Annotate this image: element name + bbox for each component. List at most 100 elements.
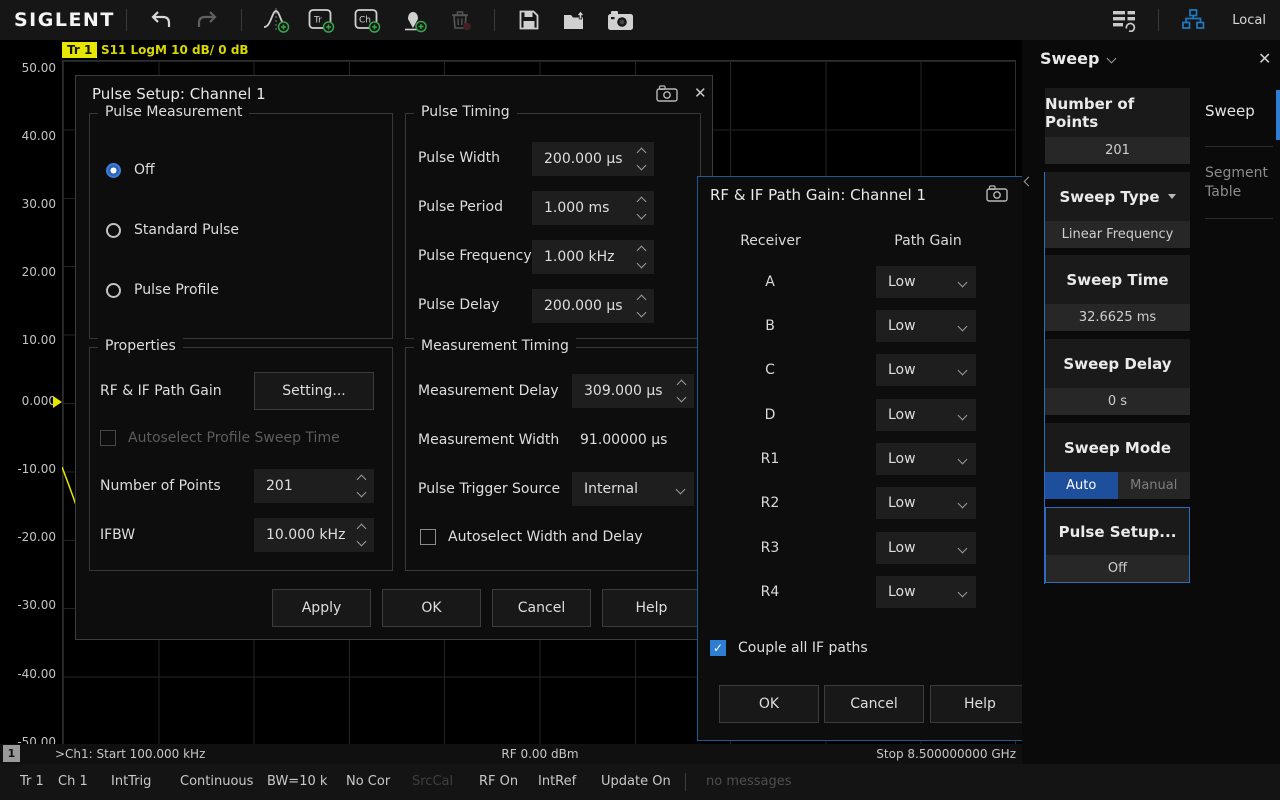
radio-label: Pulse Profile <box>134 282 219 298</box>
chevron-down-icon <box>1107 54 1117 64</box>
sidebar-collapse-button[interactable] <box>1025 178 1032 185</box>
receiver-row: B Low <box>698 310 1045 342</box>
ok-button[interactable]: OK <box>719 685 819 723</box>
spinner-up-icon[interactable] <box>636 148 646 158</box>
path-gain-dropdown-r4[interactable]: Low <box>876 576 976 608</box>
sidebar-menu-selector[interactable]: Sweep <box>1040 49 1115 68</box>
channel-start-frequency: >Ch1: Start 100.000 kHz <box>55 747 205 761</box>
spinner-down-icon[interactable] <box>636 161 646 171</box>
add-trace-button[interactable]: Tr <box>304 5 340 35</box>
sidebar-item-number-of-points[interactable]: Number of Points 201 <box>1045 88 1190 164</box>
tab-segment-table[interactable]: Segment Table <box>1205 164 1280 202</box>
measurement-delay-input[interactable]: 309.000 µs <box>572 374 694 408</box>
status-source-cal: SrcCal <box>412 764 453 800</box>
dialog-screenshot-button[interactable] <box>656 85 678 106</box>
sidebar-item-sweep-delay[interactable]: Sweep Delay 0 s <box>1045 339 1190 415</box>
add-channel-button[interactable]: Ch <box>350 5 386 35</box>
path-gain-dropdown-b[interactable]: Low <box>876 310 976 342</box>
cancel-button[interactable]: Cancel <box>824 685 924 723</box>
spinner-down-icon[interactable] <box>676 393 686 403</box>
sweep-mode-manual-button[interactable]: Manual <box>1118 472 1191 499</box>
receiver-name: R4 <box>738 576 802 608</box>
ifbw-input[interactable]: 10.000 kHz <box>254 518 374 552</box>
triangle-down-icon <box>1168 194 1176 199</box>
ok-button[interactable]: OK <box>382 589 481 627</box>
path-gain-dropdown-d[interactable]: Low <box>876 399 976 431</box>
help-button[interactable]: Help <box>930 685 1030 723</box>
tab-sweep[interactable]: Sweep <box>1205 102 1255 120</box>
undo-button[interactable] <box>143 5 179 35</box>
spinner-up-icon[interactable] <box>636 295 646 305</box>
recall-button[interactable] <box>557 5 593 35</box>
spinner-down-icon[interactable] <box>636 259 646 269</box>
number-of-points-input[interactable]: 201 <box>254 469 374 503</box>
group-title: Properties <box>98 338 183 354</box>
system-setup-button[interactable] <box>1106 5 1142 35</box>
spinner-up-icon[interactable] <box>356 475 366 485</box>
receiver-row: R3 Low <box>698 532 1045 564</box>
radio-standard-pulse[interactable]: Standard Pulse <box>106 220 239 240</box>
sidebar-item-pulse-setup[interactable]: Pulse Setup... Off <box>1045 507 1190 583</box>
radio-off[interactable]: Off <box>106 160 155 180</box>
path-gain-dropdown-r3[interactable]: Low <box>876 532 976 564</box>
item-value: 32.6625 ms <box>1045 304 1190 331</box>
path-gain-dropdown-r1[interactable]: Low <box>876 443 976 475</box>
path-gain-dropdown-r2[interactable]: Low <box>876 487 976 519</box>
receiver-name: R1 <box>738 443 802 475</box>
svg-text:Tr: Tr <box>313 15 322 25</box>
radio-pulse-profile[interactable]: Pulse Profile <box>106 280 219 300</box>
trace-header-row: Tr 1 S11 LogM 10 dB/ 0 dB <box>0 40 1022 60</box>
save-button[interactable] <box>511 5 547 35</box>
spinner-up-icon[interactable] <box>636 246 646 256</box>
pulse-delay-input[interactable]: 200.000 µs <box>532 289 654 323</box>
receiver-row: R1 Low <box>698 443 1045 475</box>
help-button[interactable]: Help <box>602 589 701 627</box>
receiver-column-header: Receiver <box>698 233 843 249</box>
pulse-trigger-source-dropdown[interactable]: Internal <box>572 472 694 506</box>
chevron-down-icon <box>958 454 968 464</box>
item-label: Number of Points <box>1045 88 1190 137</box>
dialog-screenshot-button[interactable] <box>986 185 1008 206</box>
cancel-button[interactable]: Cancel <box>492 589 591 627</box>
screenshot-button[interactable] <box>603 5 639 35</box>
channel-status-bar: 1 >Ch1: Start 100.000 kHz RF 0.00 dBm St… <box>0 744 1022 764</box>
spinner-down-icon[interactable] <box>356 488 366 498</box>
sweep-mode-auto-button[interactable]: Auto <box>1045 472 1118 499</box>
apply-button[interactable]: Apply <box>272 589 371 627</box>
path-gain-dropdown-c[interactable]: Low <box>876 354 976 386</box>
checkbox-label: Couple all IF paths <box>738 640 868 656</box>
trace-info[interactable]: S11 LogM 10 dB/ 0 dB <box>101 42 249 58</box>
dialog-close-button[interactable]: ✕ <box>694 84 707 102</box>
y-axis-label: 20.00 <box>0 265 56 279</box>
add-marker-button[interactable] <box>396 5 432 35</box>
spinner-down-icon[interactable] <box>636 210 646 220</box>
spinner-up-icon[interactable] <box>636 197 646 207</box>
sidebar-close-button[interactable]: ✕ <box>1258 49 1271 68</box>
chevron-left-icon <box>1024 177 1034 187</box>
sidebar-item-sweep-type[interactable]: Sweep Type Linear Frequency <box>1045 172 1190 248</box>
spinner-up-icon[interactable] <box>356 524 366 534</box>
path-gain-value: Low <box>888 584 916 600</box>
couple-all-if-paths-checkbox[interactable]: ✓ Couple all IF paths <box>710 640 868 656</box>
setting-button[interactable]: Setting... <box>254 372 374 410</box>
path-gain-value: Low <box>888 495 916 511</box>
pulse-frequency-input[interactable]: 1.000 kHz <box>532 240 654 274</box>
pulse-period-input[interactable]: 1.000 ms <box>532 191 654 225</box>
trace-badge[interactable]: Tr 1 <box>62 42 97 58</box>
path-gain-dropdown-a[interactable]: Low <box>876 266 976 298</box>
sidebar-item-sweep-time[interactable]: Sweep Time 32.6625 ms <box>1045 255 1190 331</box>
spinner-down-icon[interactable] <box>636 308 646 318</box>
delete-button[interactable] <box>442 5 478 35</box>
autoselect-width-delay-checkbox[interactable]: Autoselect Width and Delay <box>420 529 643 545</box>
pulse-width-input[interactable]: 200.000 µs <box>532 142 654 176</box>
add-measurement-button[interactable] <box>258 5 294 35</box>
network-status-button[interactable] <box>1175 5 1211 35</box>
add-marker-icon <box>401 8 427 33</box>
active-tab-indicator <box>1276 90 1280 140</box>
spinner-down-icon[interactable] <box>356 537 366 547</box>
status-update: Update On <box>601 764 671 800</box>
radio-label: Off <box>134 162 155 178</box>
redo-button[interactable] <box>189 5 225 35</box>
spinner-up-icon[interactable] <box>676 380 686 390</box>
path-gain-value: Low <box>888 362 916 378</box>
